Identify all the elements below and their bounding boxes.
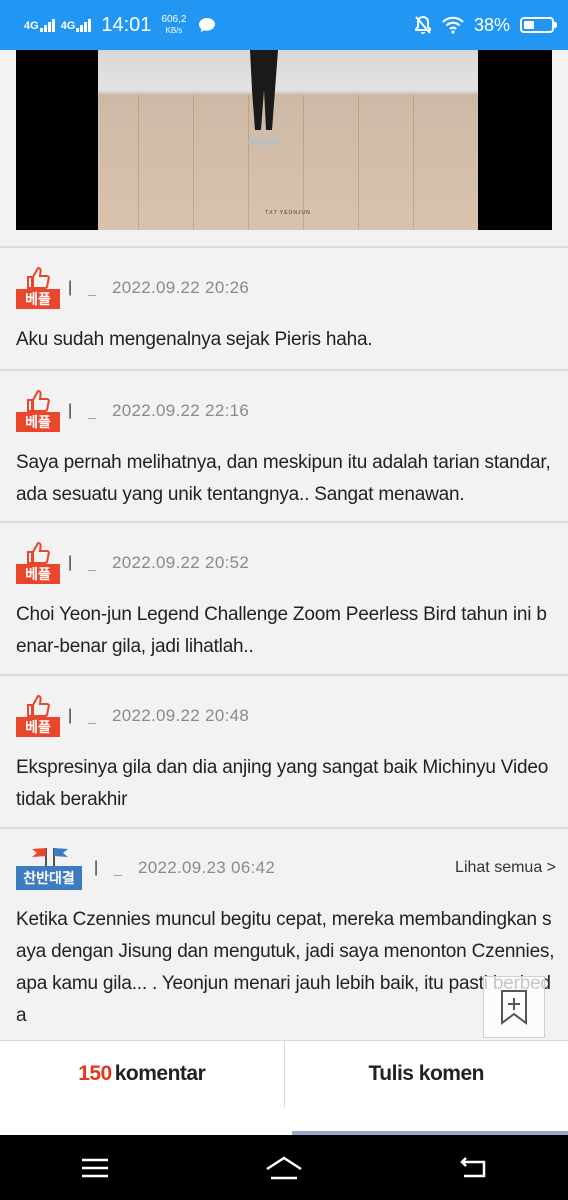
cellular-signal-1: 4G — [24, 18, 55, 32]
status-bar: 4G 4G 14:01 606,2 KB/s 38% — [0, 0, 568, 50]
battery-percent: 38% — [473, 14, 510, 35]
back-button[interactable] — [443, 1148, 503, 1188]
menu-icon — [81, 1158, 108, 1177]
battery-icon — [520, 17, 557, 33]
back-icon — [460, 1156, 486, 1177]
comment-date: 2022.09.23 06:42 — [137, 858, 276, 877]
author-name[interactable]: _ — [88, 555, 96, 571]
comment-count-button[interactable]: 150 komentar — [0, 1041, 284, 1107]
comment-text: Saya pernah melihatnya, dan meskipun itu… — [16, 452, 551, 505]
comment-date: 2022.09.22 20:26 — [111, 278, 250, 297]
video-caption: TXT YEONJUN — [265, 210, 311, 216]
comment-date: 2022.09.22 22:16 — [111, 401, 250, 420]
comment-date: 2022.09.22 20:48 — [111, 706, 250, 725]
signal-bars-icon — [39, 18, 55, 32]
home-button[interactable] — [254, 1148, 314, 1188]
thumbs-up-icon — [27, 542, 50, 564]
chat-bubble-icon — [199, 18, 216, 32]
best-comment-badge: 베플 — [16, 542, 60, 584]
home-icon — [266, 1156, 302, 1179]
write-comment-button[interactable]: Tulis komen — [283, 1041, 568, 1107]
divider — [0, 369, 568, 371]
mute-bell-icon — [414, 15, 431, 34]
video-thumbnail[interactable]: TXT YEONJUN — [16, 50, 552, 230]
comment-item: 찬반대결 | _ 2022.09.23 06:42 Lihat semua > … — [16, 846, 556, 1032]
versus-badge: 찬반대결 — [16, 846, 82, 890]
wifi-icon — [442, 16, 464, 34]
divider — [0, 827, 568, 829]
video-frame: TXT YEONJUN — [98, 50, 478, 230]
navigation-bar — [0, 1135, 568, 1200]
best-comment-badge: 베플 — [16, 267, 60, 309]
menu-button[interactable] — [65, 1148, 125, 1188]
comment-date: 2022.09.22 20:52 — [111, 553, 250, 572]
network-speed: 606,2 KB/s — [161, 14, 187, 35]
author-name[interactable]: _ — [114, 860, 122, 876]
divider — [0, 521, 568, 523]
comment-text: Choi Yeon-jun Legend Challenge Zoom Peer… — [16, 604, 547, 657]
thumbs-up-icon — [27, 695, 50, 717]
network-type-label: 4G — [24, 20, 39, 32]
bookmark-add-button[interactable] — [483, 976, 545, 1038]
comment-bar: 150 komentar Tulis komen — [0, 1040, 568, 1108]
best-comment-badge: 베플 — [16, 390, 60, 432]
comment-text: Ketika Czennies muncul begitu cepat, mer… — [16, 909, 555, 1026]
comment-count: 150 — [78, 1062, 112, 1085]
comment-item: 베플 | _ 2022.09.22 20:48 Ekspresinya gila… — [16, 694, 556, 816]
comment-item: 베플 | _ 2022.09.22 22:16 Saya pernah meli… — [16, 389, 556, 511]
best-comment-badge: 베플 — [16, 695, 60, 737]
author-name[interactable]: _ — [88, 403, 96, 419]
author-name[interactable]: _ — [88, 708, 96, 724]
dancer-legs-image — [248, 50, 280, 146]
network-type-label: 4G — [60, 20, 76, 32]
bookmark-add-icon — [501, 990, 527, 1025]
comment-text: Aku sudah mengenalnya sejak Pieris haha. — [16, 329, 373, 350]
divider — [0, 246, 568, 248]
bottom-strip — [0, 1107, 568, 1135]
clock: 14:01 — [101, 13, 152, 36]
comment-text: Ekspresinya gila dan dia anjing yang san… — [16, 757, 549, 810]
author-name[interactable]: _ — [88, 280, 96, 296]
thumbs-up-icon — [27, 267, 50, 289]
cellular-signal-2: 4G — [61, 18, 92, 32]
see-all-link[interactable]: Lihat semua > — [455, 859, 556, 877]
signal-bars-icon — [76, 18, 92, 32]
divider — [0, 674, 568, 676]
flags-icon — [32, 848, 68, 868]
thumbs-up-icon — [27, 390, 50, 412]
comment-item: 베플 | _ 2022.09.22 20:52 Choi Yeon-jun Le… — [16, 541, 556, 663]
comment-item: 베플 | _ 2022.09.22 20:26 Aku sudah mengen… — [16, 266, 556, 356]
